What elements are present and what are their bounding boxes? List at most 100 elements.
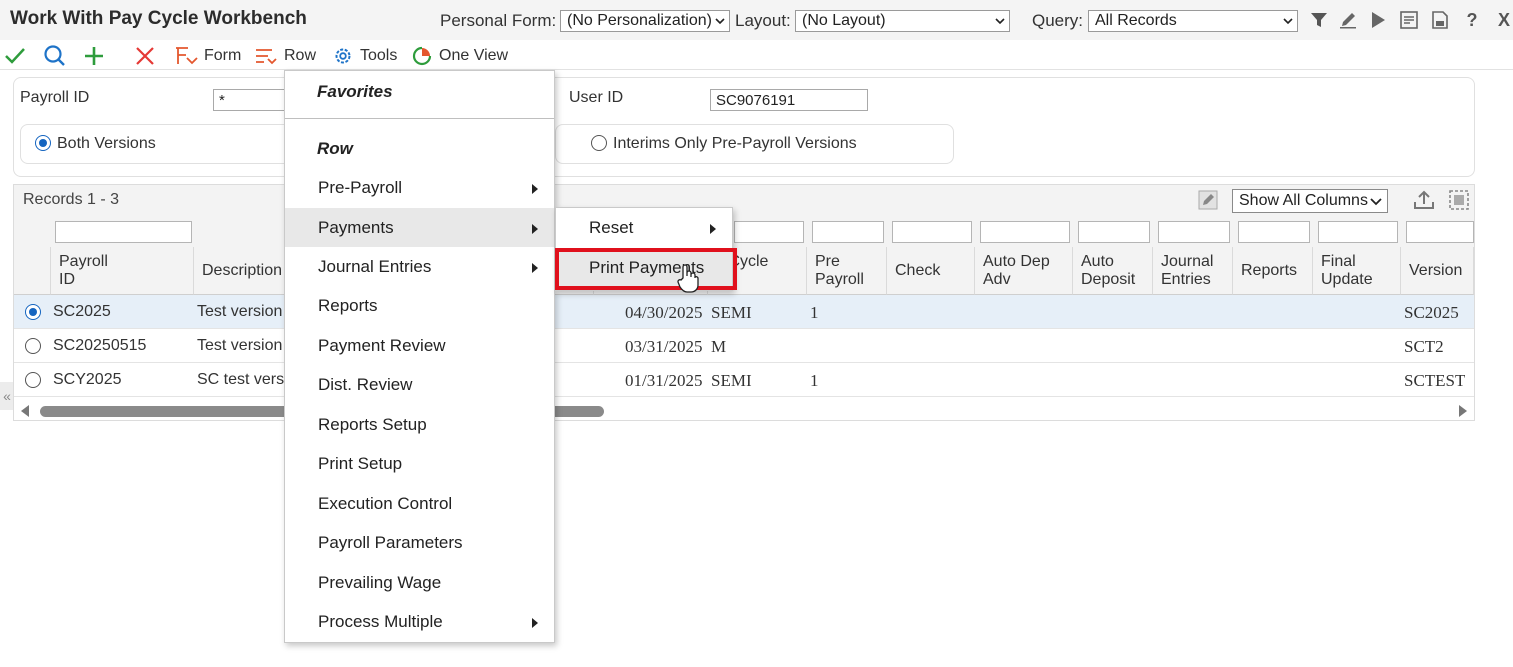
filter-icon[interactable]	[1308, 9, 1330, 31]
form-menu-button[interactable]: Form	[174, 44, 241, 68]
show-columns-select[interactable]: Show All Columns	[1232, 189, 1388, 213]
filter-auto-deposit[interactable]	[1078, 221, 1150, 243]
col-version[interactable]: Version	[1401, 247, 1474, 295]
col-final-update[interactable]: Final Update	[1313, 247, 1401, 295]
select-button[interactable]	[4, 44, 26, 68]
export-icon[interactable]	[1412, 189, 1436, 211]
play-icon[interactable]	[1367, 9, 1389, 31]
submenu-item-reset[interactable]: Reset	[556, 208, 732, 247]
menu-item-reports-setup[interactable]: Reports Setup	[285, 405, 554, 444]
col-auto-dep-adv[interactable]: Auto Dep Adv	[975, 247, 1073, 295]
close-icon[interactable]: X	[1493, 9, 1513, 31]
menu-item-payroll-parameters[interactable]: Payroll Parameters	[285, 523, 554, 562]
filter-pay-cycle-code[interactable]	[734, 221, 804, 243]
interims-only-radio[interactable]	[591, 135, 607, 151]
col-auto-deposit-line2: Deposit	[1081, 271, 1136, 288]
menu-item-payments[interactable]: Payments	[285, 208, 554, 247]
col-journal-entries-line2: Entries	[1161, 271, 1211, 288]
cell-date: 04/30/2025	[625, 303, 703, 322]
menu-item-journal-entries[interactable]: Journal Entries	[285, 247, 554, 286]
menu-item-execution-control[interactable]: Execution Control	[285, 484, 554, 523]
edit-grid-icon[interactable]	[1198, 190, 1218, 210]
search-panel: Payroll ID * User ID SC9076191 Both Vers…	[13, 77, 1475, 177]
horizontal-scrollbar[interactable]	[14, 403, 1474, 419]
col-check[interactable]: Check	[887, 247, 975, 295]
personal-form-select[interactable]: (No Personalization)	[560, 10, 730, 32]
form-menu-label: Form	[204, 47, 242, 64]
row-select-radio[interactable]	[25, 372, 41, 388]
row-menu-label: Row	[284, 47, 317, 64]
col-auto-deposit[interactable]: Auto Deposit	[1073, 247, 1153, 295]
payroll-id-label: Payroll ID	[20, 89, 90, 106]
submenu-arrow-icon	[532, 618, 538, 628]
filter-final-update[interactable]	[1318, 221, 1398, 243]
menu-favorites-header: Favorites	[317, 82, 393, 101]
page-title: Work With Pay Cycle Workbench	[10, 8, 307, 29]
menu-item-label: Print Setup	[318, 454, 403, 473]
query-select[interactable]: All Records	[1088, 10, 1298, 32]
col-journal-entries[interactable]: Journal Entries	[1153, 247, 1233, 295]
user-id-input[interactable]: SC9076191	[710, 89, 868, 111]
tools-menu-button[interactable]: Tools	[332, 44, 397, 68]
delete-button[interactable]	[134, 44, 156, 68]
menu-item-label: Prevailing Wage	[318, 573, 442, 592]
table-row[interactable]: SC2025 Test version f 04/30/2025 SEMI 1 …	[14, 295, 1474, 329]
list-report-icon[interactable]	[1398, 9, 1420, 31]
col-payroll-id[interactable]: Payroll ID	[51, 247, 194, 295]
menu-item-reports[interactable]: Reports	[285, 286, 554, 325]
filter-journal-entries[interactable]	[1158, 221, 1230, 243]
menu-item-pre-payroll[interactable]: Pre-Payroll	[285, 168, 554, 207]
save-doc-icon[interactable]	[1429, 9, 1451, 31]
col-reports[interactable]: Reports	[1233, 247, 1313, 295]
both-versions-radio[interactable]	[35, 135, 51, 151]
cell-description: SC test versio	[197, 371, 285, 388]
help-icon[interactable]: ?	[1461, 9, 1483, 31]
cell-pre-payroll: 1	[810, 303, 819, 322]
cell-pay-cycle-code: SEMI	[711, 303, 752, 322]
menu-divider	[285, 118, 554, 119]
user-id-label: User ID	[569, 89, 624, 106]
menu-item-label: Reports Setup	[318, 415, 427, 434]
filter-version[interactable]	[1406, 221, 1474, 243]
col-pre-payroll[interactable]: Pre Payroll	[807, 247, 887, 295]
menu-item-label: Pre-Payroll	[318, 178, 403, 197]
col-final-update-line2: Update	[1321, 271, 1373, 288]
row-icon	[256, 49, 277, 65]
table-row[interactable]: SC20250515 Test version 03/31/2025 M SCT…	[14, 329, 1474, 363]
version-radio-group-right: Interims Only Pre-Payroll Versions	[555, 124, 954, 164]
scroll-right-icon[interactable]	[1458, 405, 1468, 417]
scroll-left-icon[interactable]	[20, 405, 30, 417]
records-grid: Records 1 - 3 Show All Columns Payroll I…	[13, 184, 1475, 421]
row-select-radio[interactable]	[25, 304, 41, 320]
find-button[interactable]	[43, 44, 67, 68]
col-select	[14, 247, 51, 295]
filter-payroll-id[interactable]	[55, 221, 192, 243]
edit-pen-icon[interactable]	[1337, 9, 1359, 31]
filter-pre-payroll[interactable]	[812, 221, 884, 243]
menu-item-process-multiple[interactable]: Process Multiple	[285, 602, 554, 641]
cell-pay-cycle-code: SEMI	[711, 371, 752, 390]
menu-item-payment-review[interactable]: Payment Review	[285, 326, 554, 365]
menu-item-dist-review[interactable]: Dist. Review	[285, 365, 554, 404]
payroll-id-input[interactable]: *	[213, 89, 293, 111]
filter-check[interactable]	[892, 221, 972, 243]
add-button[interactable]	[83, 44, 105, 68]
chevron-down-icon	[1370, 198, 1382, 206]
filter-row	[14, 217, 1474, 247]
row-select-radio[interactable]	[25, 338, 41, 354]
cell-description: Test version f	[197, 303, 285, 320]
maximize-grid-icon[interactable]	[1448, 189, 1470, 211]
menu-item-label: Reports	[318, 296, 378, 315]
table-row[interactable]: SCY2025 SC test versio 01/31/2025 SEMI 1…	[14, 363, 1474, 397]
menu-item-label: Process Multiple	[318, 612, 443, 631]
filter-reports[interactable]	[1238, 221, 1310, 243]
filter-auto-dep-adv[interactable]	[980, 221, 1070, 243]
layout-select[interactable]: (No Layout)	[795, 10, 1010, 32]
collapse-panel-icon[interactable]: «	[0, 382, 14, 410]
menu-item-prevailing-wage[interactable]: Prevailing Wage	[285, 563, 554, 602]
menu-item-label: Payment Review	[318, 336, 446, 355]
menu-item-print-setup[interactable]: Print Setup	[285, 444, 554, 483]
cancel-x-icon	[136, 47, 154, 65]
one-view-button[interactable]: One View	[411, 44, 508, 68]
row-menu-button[interactable]: Row	[254, 44, 316, 68]
